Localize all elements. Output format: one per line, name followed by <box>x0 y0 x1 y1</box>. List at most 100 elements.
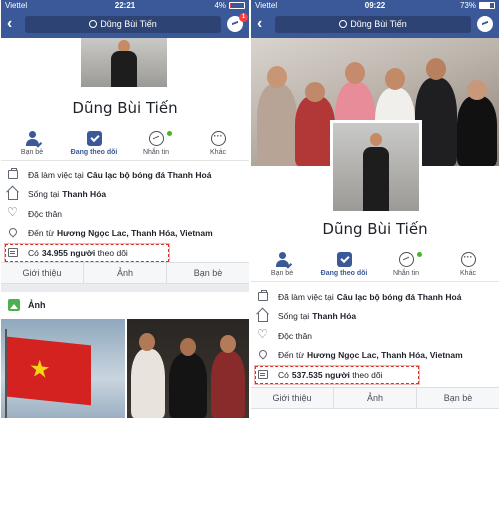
messenger-icon <box>148 131 164 146</box>
from-prefix: Đến từ <box>28 228 55 239</box>
messenger-icon[interactable] <box>477 16 493 32</box>
star-icon: ★ <box>29 354 51 385</box>
briefcase-icon <box>258 290 268 302</box>
right-screenshot: Viettel 09:22 73% ‹ Dũng Bùi Tiến Dũng B… <box>251 0 499 418</box>
home-icon <box>258 312 268 322</box>
battery-percent: 4% <box>214 1 226 10</box>
followers-icon <box>8 248 18 258</box>
followers-row[interactable]: Có 34.955 người theo dõi <box>1 243 249 263</box>
hometown-row[interactable]: Đến từ Hương Ngọc Lac, Thanh Hóa, Vietnam <box>1 224 249 244</box>
battery-indicator: 73% <box>460 0 495 11</box>
more-label: Khác <box>460 270 476 277</box>
person <box>457 96 497 166</box>
lives-row[interactable]: Sống tại Thanh Hóa <box>251 307 499 327</box>
top-navbar: ‹ Dũng Bùi Tiến 1 <box>1 11 249 38</box>
message-button[interactable]: Nhắn tin <box>132 129 180 160</box>
from-place[interactable]: Hương Ngọc Lac, Thanh Hóa, Vietnam <box>57 228 213 238</box>
top-navbar: ‹ Dũng Bùi Tiến <box>251 11 499 38</box>
status-bar: Viettel 22:21 4% <box>1 0 249 11</box>
status-bar: Viettel 09:22 73% <box>251 0 499 11</box>
friends-check-icon <box>25 131 42 148</box>
profile-actions: Bạn bè Đang theo dõi Nhắn tin ··· Khác <box>251 250 499 282</box>
back-arrow-icon[interactable]: ‹ <box>7 15 12 33</box>
profile-picture[interactable] <box>330 120 422 214</box>
player-body <box>111 51 137 87</box>
flag: ★ <box>7 336 91 406</box>
home-icon <box>8 190 18 200</box>
person-head <box>267 66 287 88</box>
following-button[interactable]: Đang theo dõi <box>70 129 118 160</box>
work-row[interactable]: Đã làm việc tại Câu lạc bộ bóng đá Thanh … <box>1 165 249 185</box>
online-dot <box>167 131 172 136</box>
person <box>169 353 207 418</box>
tab-about[interactable]: Giới thiệu <box>1 263 84 283</box>
profile-picture[interactable] <box>78 38 170 90</box>
person-head <box>180 338 196 356</box>
more-button[interactable]: ··· Khác <box>194 129 242 160</box>
following-button[interactable]: Đang theo dõi <box>320 250 368 281</box>
heart-icon <box>7 205 18 219</box>
profile-name: Dũng Bùi Tiến <box>322 220 428 238</box>
tab-about[interactable]: Giới thiệu <box>251 388 334 408</box>
photos-icon <box>8 299 20 311</box>
photo-group[interactable] <box>127 319 249 418</box>
person <box>257 84 297 166</box>
lives-place[interactable]: Thanh Hóa <box>312 311 356 321</box>
profile-tabs: Giới thiệu Ảnh Bạn bè <box>1 262 249 284</box>
tab-photos[interactable]: Ảnh <box>334 388 417 408</box>
tab-photos[interactable]: Ảnh <box>84 263 167 283</box>
relationship-row: Độc thân <box>251 326 499 346</box>
photos-title: Ảnh <box>28 300 46 310</box>
profile-tabs: Giới thiệu Ảnh Bạn bè <box>251 387 499 409</box>
profile-actions: Bạn bè Đang theo dõi Nhắn tin ··· Khác <box>1 129 249 161</box>
battery-indicator: 4% <box>214 0 245 11</box>
tab-friends[interactable]: Bạn bè <box>417 388 499 408</box>
red-highlight-box <box>255 366 419 384</box>
work-place[interactable]: Câu lạc bộ bóng đá Thanh Hoá <box>87 170 212 180</box>
person-head <box>385 68 405 90</box>
lives-prefix: Sống tại <box>28 189 60 200</box>
intro-info: Đã làm việc tại Câu lạc bộ bóng đá Thanh … <box>1 165 249 263</box>
more-icon: ··· <box>460 252 476 267</box>
person-head <box>305 82 325 102</box>
relationship-status: Độc thân <box>28 208 63 219</box>
lives-place[interactable]: Thanh Hóa <box>62 189 106 199</box>
following-label: Đang theo dõi <box>320 270 368 277</box>
photo-vietnam-flag[interactable]: ★ <box>1 319 125 418</box>
friends-button[interactable]: Bạn bè <box>258 250 306 281</box>
tab-friends[interactable]: Bạn bè <box>167 263 249 283</box>
clock: 22:21 <box>114 1 136 10</box>
followers-row[interactable]: Có 537.535 người theo dõi <box>251 365 499 385</box>
lives-row[interactable]: Sống tại Thanh Hóa <box>1 185 249 205</box>
more-button[interactable]: ··· Khác <box>444 250 492 281</box>
hometown-row[interactable]: Đến từ Hương Ngọc Lac, Thanh Hóa, Vietnam <box>251 346 499 366</box>
work-prefix: Đã làm việc tại <box>278 291 334 302</box>
battery-icon <box>479 2 495 9</box>
following-icon <box>336 252 352 267</box>
message-label: Nhắn tin <box>142 149 170 156</box>
search-bar[interactable]: Dũng Bùi Tiến <box>275 16 471 33</box>
friends-button[interactable]: Bạn bè <box>8 129 56 160</box>
from-place[interactable]: Hương Ngọc Lac, Thanh Hóa, Vietnam <box>307 350 463 360</box>
back-arrow-icon[interactable]: ‹ <box>257 15 262 33</box>
relationship-status: Độc thân <box>278 330 313 341</box>
player-body <box>363 147 389 211</box>
search-text: Dũng Bùi Tiến <box>350 19 407 29</box>
person-head <box>139 333 155 351</box>
friends-label: Bạn bè <box>20 149 44 156</box>
person-head <box>467 80 487 100</box>
profile-name: Dũng Bùi Tiến <box>72 99 178 117</box>
search-bar[interactable]: Dũng Bùi Tiến <box>25 16 221 33</box>
photos-section-header[interactable]: Ảnh <box>1 292 249 318</box>
work-place[interactable]: Câu lạc bộ bóng đá Thanh Hoá <box>337 292 462 302</box>
work-prefix: Đã làm việc tại <box>28 169 84 180</box>
following-icon <box>86 131 102 146</box>
person <box>295 96 335 166</box>
message-button[interactable]: Nhắn tin <box>382 250 430 281</box>
messenger-icon <box>398 252 414 267</box>
person <box>131 349 165 418</box>
search-text: Dũng Bùi Tiến <box>100 19 157 29</box>
work-row[interactable]: Đã làm việc tại Câu lạc bộ bóng đá Thanh … <box>251 287 499 307</box>
intro-info: Đã làm việc tại Câu lạc bộ bóng đá Thanh … <box>251 287 499 385</box>
from-prefix: Đến từ <box>278 350 305 361</box>
